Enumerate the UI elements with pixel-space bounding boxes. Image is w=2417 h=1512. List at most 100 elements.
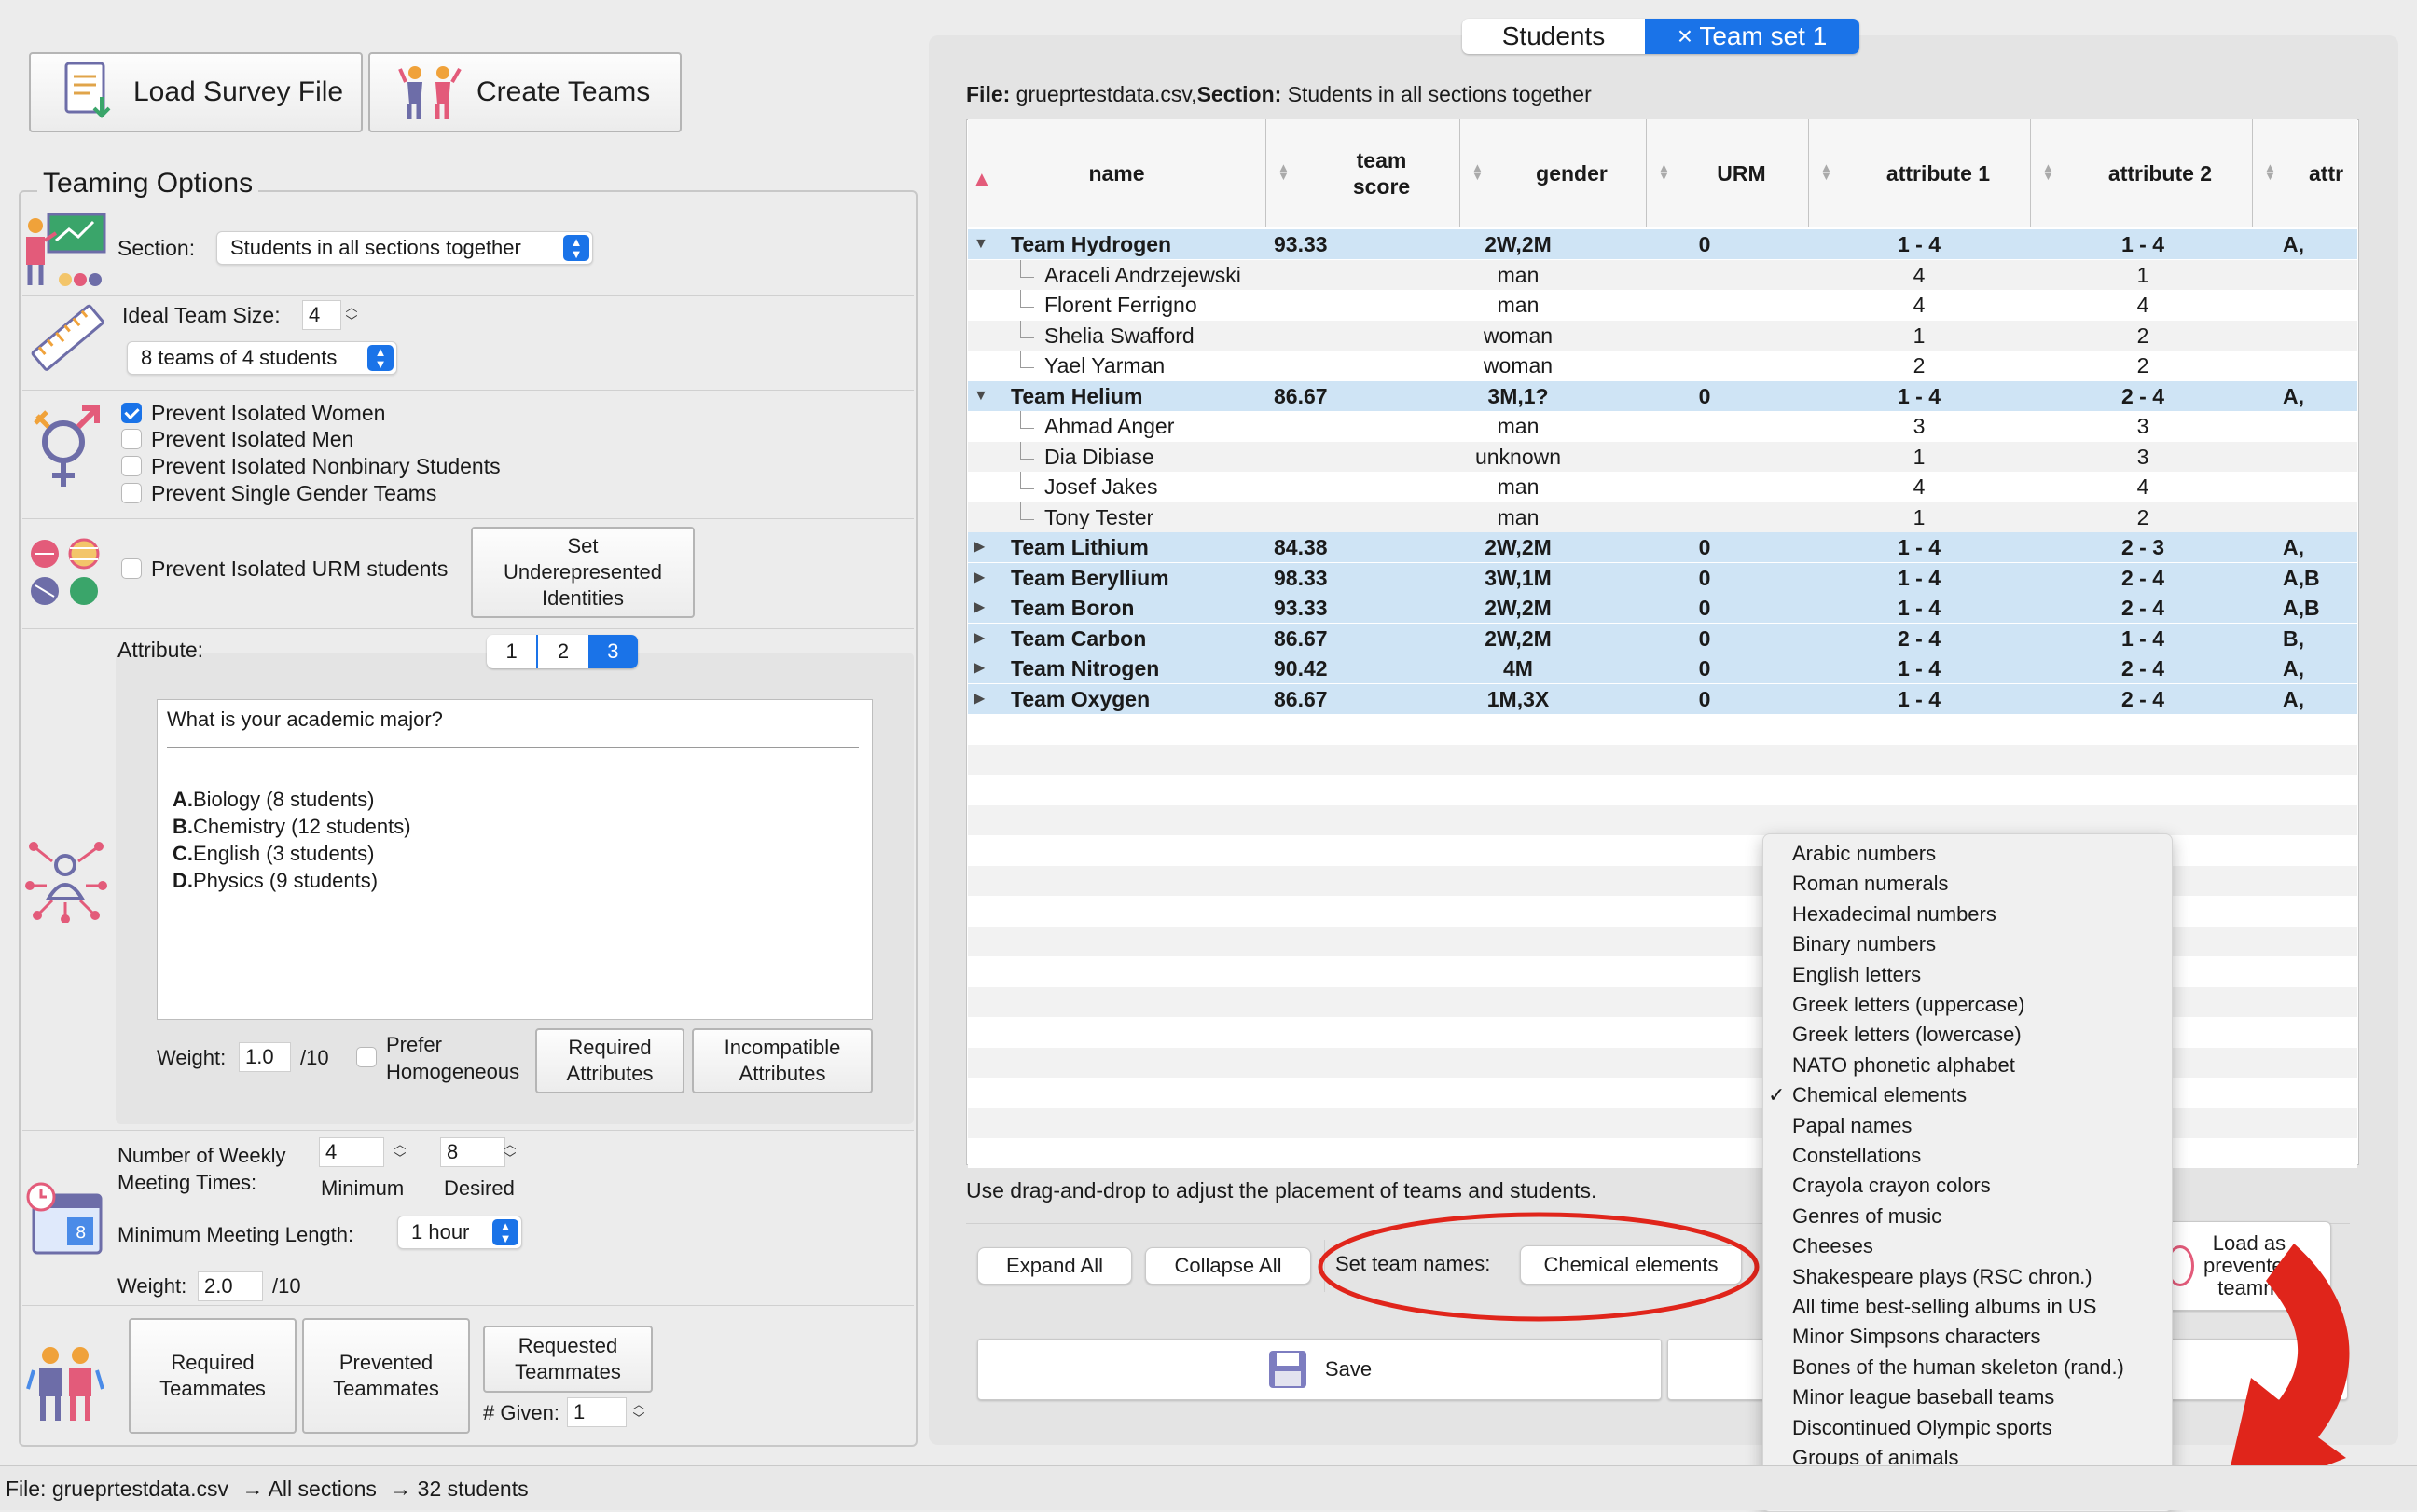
save-button[interactable]: Save	[977, 1339, 1662, 1400]
student-row[interactable]: Araceli Andrzejewski man 4 1	[968, 259, 2357, 290]
urm-button-line1: Set	[567, 534, 599, 557]
menu-item[interactable]: Greek letters (lowercase)	[1792, 1023, 2022, 1047]
menu-item[interactable]: Papal names	[1792, 1114, 1912, 1138]
cell-gender: woman	[1483, 323, 1554, 348]
meeting-length-select[interactable]: 1 hour ▲ ▼	[397, 1216, 522, 1249]
prevent-isolated-men-checkbox[interactable]	[121, 429, 142, 449]
menu-item[interactable]: Shakespeare plays (RSC chron.)	[1792, 1265, 2092, 1289]
menu-item[interactable]: Greek letters (uppercase)	[1792, 993, 2024, 1017]
cell-a3: A,B	[2283, 565, 2320, 590]
attribute-tab-2[interactable]: 2	[538, 635, 587, 668]
column-header-attribute-1[interactable]: ▲ ▼ attribute 1	[1809, 119, 2031, 227]
column-header-attribute-3[interactable]: ▲ ▼ attr	[2253, 119, 2357, 227]
prevent-isolated-urm-checkbox[interactable]	[121, 558, 142, 579]
attribute-text-area[interactable]: What is your academic major? A.Biology (…	[157, 699, 873, 1020]
expand-triangle-icon[interactable]: ▶	[974, 593, 985, 623]
menu-item[interactable]: Chemical elements	[1792, 1083, 1967, 1107]
close-tab-icon[interactable]: ×	[1678, 21, 1692, 50]
cell-gender: unknown	[1474, 444, 1562, 469]
requested-teammates-button[interactable]: Requested Teammates	[483, 1326, 653, 1393]
menu-item[interactable]: Constellations	[1792, 1144, 1921, 1168]
expand-triangle-icon[interactable]: ▶	[974, 653, 985, 683]
menu-item[interactable]: Crayola crayon colors	[1792, 1174, 1991, 1198]
menu-item[interactable]: English letters	[1792, 963, 1921, 987]
student-row[interactable]: Florent Ferrigno man 4 4	[968, 290, 2357, 320]
column-header-name[interactable]: ▲ name	[968, 119, 1266, 227]
meeting-weight-input[interactable]: 2.0	[198, 1271, 263, 1301]
expand-all-button[interactable]: Expand All	[977, 1247, 1132, 1285]
teams-count-select[interactable]: 8 teams of 4 students ▲ ▼	[127, 341, 397, 375]
team-row[interactable]: ▶ Team Beryllium 98.33 3W,1M 0 1 - 4 2 - 4 A,B	[968, 562, 2357, 593]
expand-triangle-icon[interactable]: ▶	[974, 624, 985, 653]
attribute-tab-1[interactable]: 1	[487, 635, 539, 668]
section-select[interactable]: Students in all sections together ▲ ▼	[216, 231, 593, 265]
expand-triangle-icon[interactable]: ▶	[974, 563, 985, 593]
menu-item[interactable]: Minor league baseball teams	[1792, 1385, 2054, 1409]
team-row[interactable]: ▶ Team Carbon 86.67 2W,2M 0 2 - 4 1 - 4 B,	[968, 623, 2357, 653]
cell-a2: 3	[2136, 444, 2149, 469]
student-row[interactable]: Shelia Swafford woman 1 2	[968, 320, 2357, 351]
required-attributes-button[interactable]: Required Attributes	[535, 1028, 684, 1093]
prevent-isolated-nonbinary-checkbox[interactable]	[121, 456, 142, 476]
given-stepper[interactable]: ︿ ﹀	[630, 1397, 647, 1427]
meeting-desired-input[interactable]: 8	[440, 1137, 505, 1167]
tab-students[interactable]: Students	[1462, 19, 1645, 54]
menu-item[interactable]: Genres of music	[1792, 1204, 1941, 1229]
menu-item[interactable]: Roman numerals	[1792, 872, 1949, 896]
team-row[interactable]: ▼ Team Helium 86.67 3M,1? 0 1 - 4 2 - 4 A,	[968, 380, 2357, 411]
required-teammates-button[interactable]: Required Teammates	[129, 1318, 297, 1434]
team-row[interactable]: ▶ Team Boron 93.33 2W,2M 0 1 - 4 2 - 4 A,B	[968, 593, 2357, 623]
attribute-label: Attribute:	[117, 638, 204, 662]
load-survey-file-button[interactable]: Load Survey File	[29, 52, 363, 132]
attribute-weight-input[interactable]: 1.0	[239, 1042, 291, 1072]
collapse-all-button[interactable]: Collapse All	[1145, 1247, 1311, 1285]
menu-item[interactable]: Hexadecimal numbers	[1792, 902, 1996, 927]
incompatible-attributes-button[interactable]: Incompatible Attributes	[692, 1028, 873, 1093]
menu-item[interactable]: Bones of the human skeleton (rand.)	[1792, 1355, 2124, 1380]
team-size-stepper[interactable]: ︿ ﹀	[343, 300, 360, 330]
given-input[interactable]: 1	[567, 1397, 627, 1427]
collapse-triangle-icon[interactable]: ▼	[974, 229, 988, 259]
menu-item[interactable]: Discontinued Olympic sports	[1792, 1416, 2052, 1440]
prevent-isolated-women-checkbox[interactable]	[121, 403, 142, 423]
menu-item[interactable]: NATO phonetic alphabet	[1792, 1053, 2015, 1078]
cell-score: 93.33	[1274, 232, 1328, 256]
column-header-urm[interactable]: ▲ ▼ URM	[1647, 119, 1809, 227]
meeting-min-input[interactable]: 4	[319, 1137, 384, 1167]
column-header-gender[interactable]: ▲ ▼ gender	[1460, 119, 1647, 227]
menu-item[interactable]: Cheeses	[1792, 1234, 1873, 1258]
set-underrepresented-identities-button[interactable]: Set Underepresented Identities	[471, 527, 695, 618]
column-header-team-score[interactable]: ▲ ▼ team score	[1266, 119, 1460, 227]
gender-symbol-icon	[34, 405, 100, 487]
menu-item[interactable]: All time best-selling albums in US	[1792, 1295, 2096, 1319]
prevented-teammates-button[interactable]: Prevented Teammates	[302, 1318, 470, 1434]
prefer-homogeneous-checkbox[interactable]	[356, 1047, 377, 1067]
menu-item[interactable]: Arabic numbers	[1792, 842, 1936, 866]
menu-item[interactable]: Minor Simpsons characters	[1792, 1325, 2041, 1349]
attribute-tab-3[interactable]: 3	[587, 635, 638, 668]
ideal-team-size-input[interactable]: 4	[302, 300, 341, 330]
tab-team-set-1[interactable]: × Team set 1	[1645, 19, 1859, 54]
team-row[interactable]: ▶ Team Nitrogen 90.42 4M 0 1 - 4 2 - 4 A,	[968, 653, 2357, 683]
student-row[interactable]: Ahmad Anger man 3 3	[968, 411, 2357, 441]
red-annotation-ellipse	[1318, 1212, 1760, 1322]
create-teams-button[interactable]: Create Teams	[368, 52, 682, 132]
cell-a1: 1	[1913, 444, 1926, 469]
expand-triangle-icon[interactable]: ▶	[974, 532, 985, 562]
meeting-min-stepper[interactable]: ︿ ﹀	[392, 1137, 408, 1167]
student-row[interactable]: Yael Yarman woman 2 2	[968, 351, 2357, 380]
checkmark-icon: ✓	[1768, 1083, 1786, 1107]
meeting-desired-stepper[interactable]: ︿ ﹀	[502, 1137, 518, 1167]
team-row[interactable]: ▶ Team Lithium 84.38 2W,2M 0 1 - 4 2 - 3 A,	[968, 532, 2357, 562]
collapse-triangle-icon[interactable]: ▼	[974, 381, 988, 411]
student-row[interactable]: Tony Tester man 1 2	[968, 502, 2357, 532]
expand-triangle-icon[interactable]: ▶	[974, 684, 985, 714]
prevent-single-gender-checkbox[interactable]	[121, 483, 142, 503]
column-header-attribute-2[interactable]: ▲ ▼ attribute 2	[2031, 119, 2253, 227]
student-row[interactable]: Josef Jakes man 4 4	[968, 472, 2357, 502]
student-row[interactable]: Dia Dibiase unknown 1 3	[968, 441, 2357, 472]
team-row[interactable]: ▼ Team Hydrogen 93.33 2W,2M 0 1 - 4 1 - 4 A,	[968, 229, 2357, 259]
cell-urm	[1677, 442, 1733, 472]
team-row[interactable]: ▶ Team Oxygen 86.67 1M,3X 0 1 - 4 2 - 4 A,	[968, 683, 2357, 714]
menu-item[interactable]: Binary numbers	[1792, 932, 1936, 956]
